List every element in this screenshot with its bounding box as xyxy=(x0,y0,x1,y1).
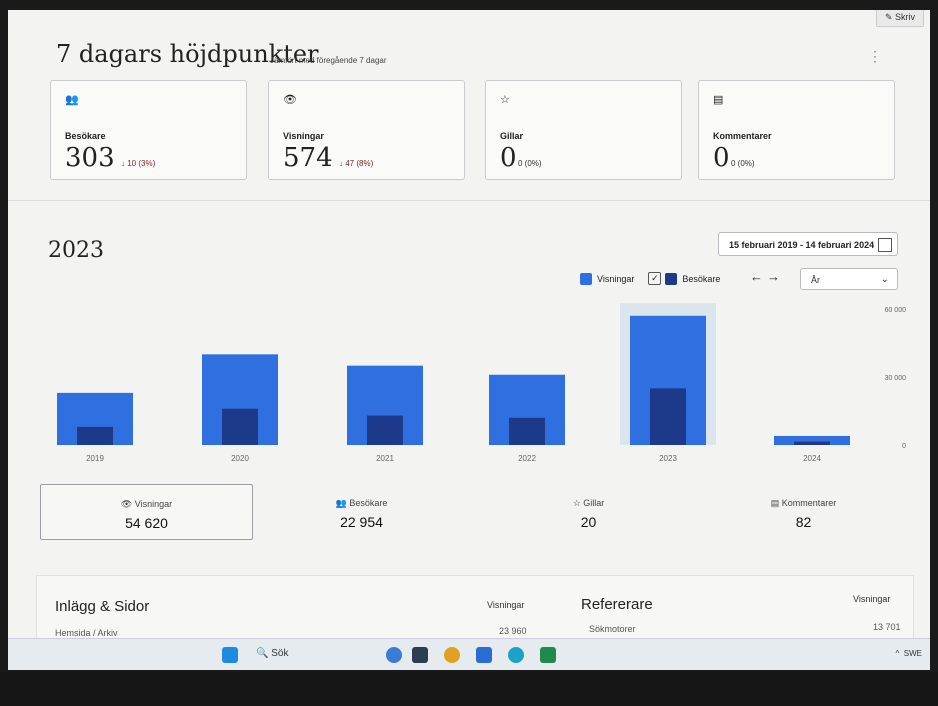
bar-visitors xyxy=(650,388,686,445)
x-tick-label: 2020 xyxy=(231,454,249,463)
app-icon-1[interactable] xyxy=(386,647,402,663)
highlight-card-comments: ▤ Kommentarer 0 0 (0%) xyxy=(698,80,895,180)
monitor-bezel xyxy=(0,672,938,706)
eye-icon: 👁 xyxy=(120,499,133,509)
excel-icon[interactable] xyxy=(540,647,556,663)
x-tick-label: 2019 xyxy=(86,454,104,463)
referrers-row-value: 13 701 xyxy=(873,622,901,632)
stat-value: 22 954 xyxy=(340,514,383,530)
taskbar: 🔍 Sök ^ SWE xyxy=(8,638,930,670)
bar-visitors xyxy=(509,417,545,445)
comment-icon: ▤ xyxy=(713,94,724,106)
x-tick-label: 2021 xyxy=(376,454,394,463)
highlight-card-views: 👁 Visningar 574 ↓ 47 (8%) xyxy=(268,80,465,180)
arrow-right-icon[interactable]: → xyxy=(767,269,784,284)
language-indicator: SWE xyxy=(903,649,922,658)
star-icon: ☆ xyxy=(572,498,581,508)
eye-icon: 👁 xyxy=(283,94,297,106)
taskbar-search[interactable]: 🔍 Sök xyxy=(256,648,288,659)
highlight-label: Visningar xyxy=(283,131,324,141)
x-tick-label: 2022 xyxy=(518,454,536,463)
file-explorer-icon[interactable] xyxy=(412,647,428,663)
stat-tab-visitors[interactable]: 👥 Besökare 22 954 xyxy=(256,484,467,538)
chevron-up-icon: ^ xyxy=(895,649,900,658)
arrow-left-icon[interactable]: ← xyxy=(750,269,767,284)
highlight-value: 303 xyxy=(65,143,115,173)
windows-start-icon[interactable] xyxy=(222,647,238,663)
system-tray[interactable]: ^ SWE xyxy=(896,649,922,658)
stat-value: 82 xyxy=(795,514,812,530)
highlight-value: 574 xyxy=(283,143,333,173)
calendar-icon[interactable] xyxy=(878,238,892,252)
stat-label: Visningar xyxy=(134,499,173,509)
posts-column-header: Visningar xyxy=(487,600,525,610)
highlight-delta: ↓ 47 (8%) xyxy=(339,159,374,168)
chrome-icon[interactable] xyxy=(444,647,460,663)
highlight-label: Besökare xyxy=(65,131,106,141)
stat-label: Besökare xyxy=(349,498,388,508)
stat-value: 20 xyxy=(580,514,597,530)
period-select-value: År xyxy=(811,275,820,285)
stat-value: 54 620 xyxy=(125,515,168,531)
search-icon: 🔍 xyxy=(256,648,269,659)
word-icon[interactable] xyxy=(476,647,492,663)
bar-visitors xyxy=(794,441,830,445)
highlight-card-visitors: 👥 Besökare 303 ↓ 10 (3%) xyxy=(50,80,247,180)
stat-tab-views[interactable]: 👁 Visningar 54 620 xyxy=(40,484,253,540)
posts-row-label[interactable]: Hemsida / Arkiv xyxy=(55,628,118,638)
chart-legend: Visningar ✓ Besökare xyxy=(580,272,720,285)
legend-swatch-visitors xyxy=(665,272,678,285)
highlight-value: 0 xyxy=(713,143,730,173)
section-divider xyxy=(8,200,930,201)
legend-label-visitors: Besökare xyxy=(682,273,721,284)
taskbar-search-label: Sök xyxy=(271,648,289,659)
y-tick-label: 60 000 xyxy=(885,307,907,314)
highlight-card-likes: ☆ Gillar 0 0 (0%) xyxy=(485,80,682,180)
highlight-label: Gillar xyxy=(500,131,524,141)
star-icon: ☆ xyxy=(500,94,510,106)
people-icon: 👥 xyxy=(65,94,79,106)
legend-checkbox-visitors[interactable]: ✓ xyxy=(648,272,662,285)
stat-tab-likes[interactable]: ☆ Gillar 20 xyxy=(483,484,694,538)
bar-chart: 2019 2020 2021 2022 2023 2024 60 000 30 000 0 xyxy=(57,303,907,463)
y-tick-label: 30 000 xyxy=(885,375,907,382)
highlight-delta: ↓ 10 (3%) xyxy=(121,159,156,168)
legend-swatch-views xyxy=(580,272,592,285)
bar-visitors xyxy=(77,426,113,445)
bar-visitors xyxy=(367,415,403,445)
referrers-row-label[interactable]: Sökmotorer xyxy=(589,624,636,634)
edge-icon[interactable] xyxy=(508,647,524,663)
more-options-icon[interactable]: ⋮ xyxy=(868,48,882,65)
chevron-down-icon: ⌄ xyxy=(880,274,889,285)
write-button-label: Skriv xyxy=(895,12,915,22)
comment-icon: ▤ xyxy=(770,498,780,508)
referrers-column-header: Visningar xyxy=(853,594,891,604)
stat-tab-comments[interactable]: ▤ Kommentarer 82 xyxy=(698,484,909,538)
x-tick-label: 2023 xyxy=(659,454,677,463)
referrers-title: Refererare xyxy=(581,596,653,613)
pen-icon: ✎ xyxy=(884,12,893,22)
highlight-value: 0 xyxy=(500,143,517,173)
posts-title: Inlägg & Sidor xyxy=(55,598,150,615)
screen: ✎ Skriv 7 dagars höjdpunkter Jämfört med… xyxy=(8,10,930,670)
date-range-picker[interactable]: 15 februari 2019 - 14 februari 2024 xyxy=(718,232,898,256)
people-icon: 👥 xyxy=(335,498,347,508)
legend-label-views: Visningar xyxy=(597,273,635,284)
highlight-delta: 0 (0%) xyxy=(731,159,755,168)
date-range-label: 15 februari 2019 - 14 februari 2024 xyxy=(729,240,875,250)
stat-label: Kommentarer xyxy=(781,498,837,508)
page-subtitle: Jämfört med föregående 7 dagar xyxy=(270,56,387,65)
write-button[interactable]: ✎ Skriv xyxy=(875,10,924,27)
y-tick-label: 0 xyxy=(902,443,906,450)
highlight-delta: 0 (0%) xyxy=(518,159,542,168)
x-tick-label: 2024 xyxy=(803,454,821,463)
bar-visitors xyxy=(222,408,258,445)
highlight-label: Kommentarer xyxy=(713,131,772,141)
chart-year-title: 2023 xyxy=(48,238,104,263)
stat-label: Gillar xyxy=(583,498,605,508)
posts-row-value: 23 960 xyxy=(499,626,527,636)
period-nav: ←→ xyxy=(750,269,784,284)
period-select[interactable]: År ⌄ xyxy=(800,268,898,290)
